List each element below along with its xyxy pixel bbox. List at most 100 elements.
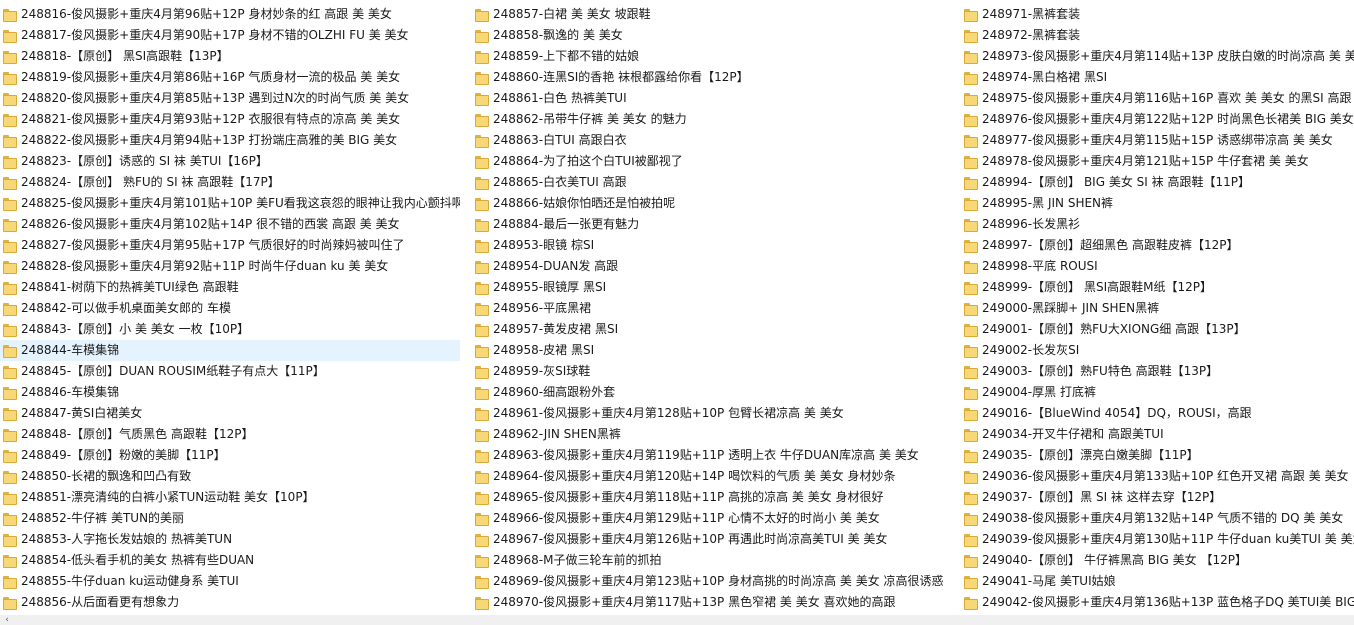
folder-item[interactable]: 248861-白色 热裤美TUI [472, 88, 952, 109]
folder-item[interactable]: 248819-俊风摄影+重庆4月第86贴+16P 气质身材一流的极品 美 美女 [0, 67, 460, 88]
folder-icon [964, 533, 978, 547]
folder-icon [475, 470, 489, 484]
folder-item[interactable]: 248976-俊风摄影+重庆4月第122贴+12P 时尚黑色长裙美 BIG 美女 [961, 109, 1354, 130]
folder-name: 248821-俊风摄影+重庆4月第93贴+12P 衣服很有特点的凉高 美 美女 [21, 112, 401, 126]
folder-item[interactable]: 249001-【原创】熟FU大XIONG细 高跟【13P】 [961, 319, 1354, 340]
folder-item[interactable]: 248817-俊风摄影+重庆4月第90贴+17P 身材不错的OLZHI FU 美… [0, 25, 460, 46]
folder-item[interactable]: 248977-俊风摄影+重庆4月第115贴+15P 诱惑绑带凉高 美 美女 [961, 130, 1354, 151]
folder-item[interactable]: 248953-眼镜 棕SI [472, 235, 952, 256]
folder-item[interactable]: 248998-平底 ROUSI [961, 256, 1354, 277]
folder-item[interactable]: 248954-DUAN发 高跟 [472, 256, 952, 277]
folder-item[interactable]: 248975-俊风摄影+重庆4月第116贴+16P 喜欢 美 美女 的黑SI 高… [961, 88, 1354, 109]
folder-item[interactable]: 248821-俊风摄影+重庆4月第93贴+12P 衣服很有特点的凉高 美 美女 [0, 109, 460, 130]
folder-item[interactable]: 248963-俊风摄影+重庆4月第119贴+11P 透明上衣 牛仔DUAN库凉高… [472, 445, 952, 466]
folder-item[interactable]: 248960-细高跟粉外套 [472, 382, 952, 403]
folder-item[interactable]: 248996-长发黑衫 [961, 214, 1354, 235]
horizontal-scrollbar[interactable]: ‹ [0, 615, 1354, 625]
folder-item[interactable]: 248843-【原创】小 美 美女 一枚【10P】 [0, 319, 460, 340]
folder-item[interactable]: 248962-JIN SHEN黑裤 [472, 424, 952, 445]
folder-icon [475, 197, 489, 211]
folder-item[interactable]: 248865-白衣美TUI 高跟 [472, 172, 952, 193]
folder-item[interactable]: 248856-从后面看更有想象力 [0, 592, 460, 613]
folder-item[interactable]: 249036-俊风摄影+重庆4月第133贴+10P 红色开叉裙 高跟 美 美女 [961, 466, 1354, 487]
folder-item[interactable]: 248965-俊风摄影+重庆4月第118贴+11P 高挑的凉高 美 美女 身材很… [472, 487, 952, 508]
folder-icon [475, 281, 489, 295]
folder-item[interactable]: 249038-俊风摄影+重庆4月第132贴+14P 气质不错的 DQ 美 美女 [961, 508, 1354, 529]
folder-item[interactable]: 248825-俊风摄影+重庆4月第101贴+10P 美FU看我这哀怨的眼神让我内… [0, 193, 460, 214]
folder-item[interactable]: 248859-上下都不错的姑娘 [472, 46, 952, 67]
folder-item[interactable]: 249016-【BlueWind 4054】DQ，ROUSI，高跟 [961, 403, 1354, 424]
folder-item[interactable]: 249002-长发灰SI [961, 340, 1354, 361]
folder-item[interactable]: 249042-俊风摄影+重庆4月第136贴+13P 蓝色格子DQ 美TUI美 B… [961, 592, 1354, 613]
folder-item[interactable]: 248999-【原创】 黑SI高跟鞋M纸【12P】 [961, 277, 1354, 298]
folder-item[interactable]: 248994-【原创】 BIG 美女 SI 袜 高跟鞋【11P】 [961, 172, 1354, 193]
folder-item[interactable]: 248845-【原创】DUAN ROUSIM纸鞋子有点大【11P】 [0, 361, 460, 382]
folder-item[interactable]: 248884-最后一张更有魅力 [472, 214, 952, 235]
folder-item[interactable]: 248864-为了拍这个白TUI被鄙视了 [472, 151, 952, 172]
folder-item[interactable]: 248849-【原创】粉嫩的美脚【11P】 [0, 445, 460, 466]
folder-item[interactable]: 248973-俊风摄影+重庆4月第114贴+13P 皮肤白嫩的时尚凉高 美 美女 [961, 46, 1354, 67]
folder-item[interactable]: 248826-俊风摄影+重庆4月第102贴+14P 很不错的西裳 高跟 美 美女 [0, 214, 460, 235]
folder-item[interactable]: 248823-【原创】诱惑的 SI 袜 美TUI【16P】 [0, 151, 460, 172]
folder-item[interactable]: 248841-树荫下的热裤美TUI绿色 高跟鞋 [0, 277, 460, 298]
folder-item[interactable]: 248842-可以做手机桌面美女郎的 车模 [0, 298, 460, 319]
folder-item[interactable]: 249003-【原创】熟FU特色 高跟鞋【13P】 [961, 361, 1354, 382]
folder-item[interactable]: 249004-厚黑 打底裤 [961, 382, 1354, 403]
folder-item[interactable]: 248818-【原创】 黑SI高跟鞋【13P】 [0, 46, 460, 67]
folder-item[interactable]: 248958-皮裙 黑SI [472, 340, 952, 361]
folder-item[interactable]: 248956-平底黑裙 [472, 298, 952, 319]
folder-item[interactable]: 249000-黑踩脚+ JIN SHEN黑裤 [961, 298, 1354, 319]
folder-item[interactable]: 248855-牛仔duan ku运动健身系 美TUI [0, 571, 460, 592]
folder-icon [3, 491, 17, 505]
folder-name: 248998-平底 ROUSI [982, 259, 1098, 273]
folder-item[interactable]: 248978-俊风摄影+重庆4月第121贴+15P 牛仔套裙 美 美女 [961, 151, 1354, 172]
folder-item[interactable]: 248968-M子做三轮车前的抓拍 [472, 550, 952, 571]
folder-item[interactable]: 248969-俊风摄影+重庆4月第123贴+10P 身材高挑的时尚凉高 美 美女… [472, 571, 952, 592]
folder-item[interactable]: 248822-俊风摄影+重庆4月第94贴+13P 打扮端庄高雅的美 BIG 美女 [0, 130, 460, 151]
folder-item[interactable]: 249039-俊风摄影+重庆4月第130贴+11P 牛仔duan ku美TUI … [961, 529, 1354, 550]
folder-item[interactable]: 248820-俊风摄影+重庆4月第85贴+13P 遇到过N次的时尚气质 美 美女 [0, 88, 460, 109]
folder-item[interactable]: 248970-俊风摄影+重庆4月第117贴+13P 黑色窄裙 美 美女 喜欢她的… [472, 592, 952, 613]
folder-item[interactable]: 248824-【原创】 熟FU的 SI 袜 高跟鞋【17P】 [0, 172, 460, 193]
folder-item[interactable]: 248852-牛仔裤 美TUN的美丽 [0, 508, 460, 529]
folder-icon [475, 428, 489, 442]
folder-item[interactable]: 248997-【原创】超细黑色 高跟鞋皮裤【12P】 [961, 235, 1354, 256]
folder-item[interactable]: 248967-俊风摄影+重庆4月第126贴+10P 再遇此时尚凉高美TUI 美 … [472, 529, 952, 550]
folder-item-selected[interactable]: 248844-车模集锦 [0, 340, 460, 361]
folder-item[interactable]: 248955-眼镜厚 黑SI [472, 277, 952, 298]
folder-item[interactable]: 248846-车模集锦 [0, 382, 460, 403]
folder-item[interactable]: 248974-黑白格裙 黑SI [961, 67, 1354, 88]
folder-item[interactable]: 248827-俊风摄影+重庆4月第95贴+17P 气质很好的时尚辣妈被叫住了 [0, 235, 460, 256]
scroll-left-arrow-icon[interactable]: ‹ [2, 615, 12, 625]
folder-item[interactable]: 249040-【原创】 牛仔裤黑高 BIG 美女 【12P】 [961, 550, 1354, 571]
folder-item[interactable]: 248858-飘逸的 美 美女 [472, 25, 952, 46]
folder-item[interactable]: 248853-人字拖长发姑娘的 热裤美TUN [0, 529, 460, 550]
folder-item[interactable]: 248860-连黑SI的香艳 袜根都露给你看【12P】 [472, 67, 952, 88]
folder-item[interactable]: 248957-黄发皮裙 黑SI [472, 319, 952, 340]
folder-item[interactable]: 248959-灰SI球鞋 [472, 361, 952, 382]
folder-item[interactable]: 248854-低头看手机的美女 热裤有些DUAN [0, 550, 460, 571]
folder-item[interactable]: 248862-吊带牛仔裤 美 美女 的魅力 [472, 109, 952, 130]
folder-item[interactable]: 248848-【原创】气质黑色 高跟鞋【12P】 [0, 424, 460, 445]
folder-item[interactable]: 249035-【原创】漂亮白嫩美脚【11P】 [961, 445, 1354, 466]
folder-item[interactable]: 248828-俊风摄影+重庆4月第92贴+11P 时尚牛仔duan ku 美 美… [0, 256, 460, 277]
folder-item[interactable]: 248863-白TUI 高跟白衣 [472, 130, 952, 151]
folder-icon [3, 386, 17, 400]
folder-item[interactable]: 248961-俊风摄影+重庆4月第128贴+10P 包臂长裙凉高 美 美女 [472, 403, 952, 424]
folder-item[interactable]: 248964-俊风摄影+重庆4月第120贴+14P 喝饮料的气质 美 美女 身材… [472, 466, 952, 487]
folder-icon [475, 113, 489, 127]
folder-item[interactable]: 249037-【原创】黑 SI 袜 这样去穿【12P】 [961, 487, 1354, 508]
folder-item[interactable]: 248816-俊风摄影+重庆4月第96贴+12P 身材妙条的红 高跟 美 美女 [0, 4, 460, 25]
folder-icon [475, 449, 489, 463]
folder-item[interactable]: 248972-黑裤套装 [961, 25, 1354, 46]
folder-item[interactable]: 248966-俊风摄影+重庆4月第129贴+11P 心情不太好的时尚小 美 美女 [472, 508, 952, 529]
folder-item[interactable]: 248866-姑娘你怕晒还是怕被拍呢 [472, 193, 952, 214]
folder-item[interactable]: 248995-黑 JIN SHEN裤 [961, 193, 1354, 214]
folder-item[interactable]: 249041-马尾 美TUI姑娘 [961, 571, 1354, 592]
folder-item[interactable]: 248971-黑裤套装 [961, 4, 1354, 25]
folder-item[interactable]: 248850-长裙的飘逸和凹凸有致 [0, 466, 460, 487]
folder-item[interactable]: 248857-白裙 美 美女 坡跟鞋 [472, 4, 952, 25]
folder-item[interactable]: 248847-黄SI白裙美女 [0, 403, 460, 424]
folder-item[interactable]: 249034-开叉牛仔裙和 高跟美TUI [961, 424, 1354, 445]
folder-item[interactable]: 248851-漂亮清纯的白裤小紧TUN运动鞋 美女【10P】 [0, 487, 460, 508]
